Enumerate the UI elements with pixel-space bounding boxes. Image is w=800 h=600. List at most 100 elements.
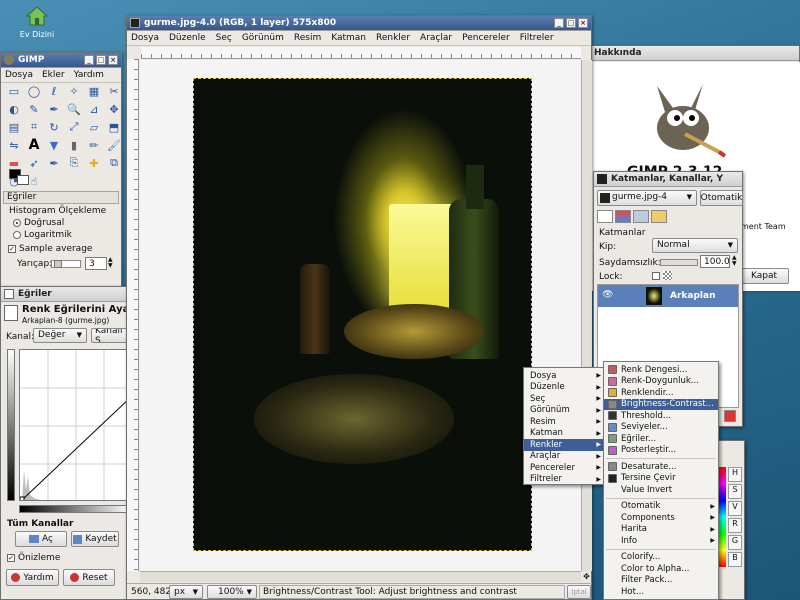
image-maximize-button[interactable]: □ (566, 18, 576, 28)
image-menu-renkler[interactable]: Renkler (376, 33, 410, 43)
cancel-button[interactable]: İptal (567, 585, 591, 599)
channel-button-s[interactable]: S (728, 484, 742, 499)
curve-graph[interactable] (19, 349, 131, 501)
image-menu-dosya[interactable]: Dosya (131, 33, 159, 43)
colors-menu-item[interactable]: Hot... (604, 586, 718, 598)
colors-menu-item[interactable]: Components ▶ (604, 512, 718, 524)
image-menu-pencereler[interactable]: Pencereler (462, 33, 510, 43)
minimize-button[interactable]: _ (84, 55, 94, 65)
layer-row[interactable]: 👁 Arkaplan (598, 285, 738, 307)
about-close-button[interactable]: Kapat (739, 268, 789, 284)
tab-paths-icon[interactable] (633, 210, 649, 223)
colors-menu-item[interactable]: Otomatik ▶ (604, 501, 718, 513)
tab-channels-icon[interactable] (615, 210, 631, 223)
channel-button-b[interactable]: B (728, 552, 742, 567)
menu-dosya[interactable]: Dosya (5, 70, 33, 80)
ellipse-select-tool-icon[interactable]: ◯ (25, 83, 43, 99)
context-menu-item[interactable]: Düzenle ▶ (524, 382, 604, 394)
shear-tool-icon[interactable]: ▱ (85, 119, 103, 135)
context-menu-item[interactable]: Resim ▶ (524, 416, 604, 428)
menu-ekler[interactable]: Ekler (42, 70, 65, 80)
about-titlebar[interactable]: Hakkında (591, 46, 799, 61)
channel-select[interactable]: Değer ▼ (33, 328, 87, 343)
horizontal-scrollbar[interactable] (140, 571, 581, 582)
opacity-slider[interactable] (660, 259, 698, 266)
canvas-area[interactable] (140, 60, 581, 571)
photo-canvas[interactable] (193, 78, 532, 551)
image-menu-katman[interactable]: Katman (331, 33, 366, 43)
colors-menu-item[interactable]: Seviyeler... (604, 422, 718, 434)
color-select-tool-icon[interactable]: ▦ (85, 83, 103, 99)
image-menu-gorunum[interactable]: Görünüm (242, 33, 284, 43)
image-menu-duzenle[interactable]: Düzenle (169, 33, 206, 43)
zoom-tool-icon[interactable]: 🔍 (65, 101, 83, 117)
colors-menu-item[interactable]: Brightness-Contrast... (604, 398, 718, 410)
ink-tool-icon[interactable]: ✒ (45, 155, 63, 171)
image-close-button[interactable]: × (578, 18, 588, 28)
colors-menu-item[interactable]: Posterleştir... (604, 445, 718, 457)
image-select[interactable]: gurme.jpg-4 ▼ (597, 190, 697, 206)
mode-select[interactable]: Normal ▼ (652, 238, 738, 253)
radius-spin[interactable]: ▲ ▼ (108, 257, 113, 269)
tab-undo-icon[interactable] (651, 210, 667, 223)
channel-button-g[interactable]: G (728, 535, 742, 550)
context-menu-item[interactable]: Görünüm ▶ (524, 405, 604, 417)
close-button[interactable]: × (108, 55, 118, 65)
scissors-tool-icon[interactable]: ✂ (105, 83, 123, 99)
reset-channel-button[interactable]: Kanalı S (91, 328, 129, 343)
heal-tool-icon[interactable]: ✚ (85, 155, 103, 171)
layers-titlebar[interactable]: Katmanlar, Kanallar, Y (594, 172, 742, 187)
paths-tool-icon[interactable]: ✎ (25, 101, 43, 117)
free-select-tool-icon[interactable]: ℓ (45, 83, 63, 99)
vertical-ruler[interactable] (127, 59, 139, 571)
maximize-button[interactable]: □ (96, 55, 106, 65)
radio-log[interactable]: Logaritmik (13, 230, 72, 240)
home-folder-icon[interactable]: Ev Dizini (14, 6, 60, 46)
colors-menu-item[interactable]: Eğriler... (604, 433, 718, 445)
flip-tool-icon[interactable]: ⇋ (5, 137, 23, 153)
hue-strip[interactable] (718, 467, 726, 567)
colors-menu-item[interactable]: Color to Alpha... (604, 563, 718, 575)
crop-tool-icon[interactable]: ⌗ (25, 119, 43, 135)
perspective-clone-tool-icon[interactable]: ⧉ (105, 155, 123, 171)
pencil-tool-icon[interactable]: ✏ (85, 137, 103, 153)
scale-tool-icon[interactable]: ⤢ (65, 119, 83, 135)
opacity-spin[interactable]: ▲ ▼ (732, 255, 737, 267)
image-menu-araclar[interactable]: Araçlar (420, 33, 452, 43)
radius-slider-handle[interactable] (54, 260, 62, 268)
paintbrush-tool-icon[interactable]: 🖌 (105, 137, 123, 153)
context-menu-item[interactable]: Araçlar ▶ (524, 451, 604, 463)
image-titlebar[interactable]: gurme.jpg-4.0 (RGB, 1 layer) 575x800 _ □ × (127, 16, 591, 31)
menu-yardim[interactable]: Yardım (74, 70, 104, 80)
horizontal-ruler[interactable] (141, 47, 581, 59)
curves-dock-titlebar[interactable]: Eğriler (1, 287, 127, 302)
text-tool-icon[interactable]: A (25, 137, 43, 153)
radius-input[interactable]: 3 (85, 257, 107, 270)
toolbox-titlebar[interactable]: GIMP _ □ × (1, 53, 121, 68)
color-picker-tool-icon[interactable]: ✒ (45, 101, 63, 117)
save-button[interactable]: Kaydet (71, 531, 119, 547)
perspective-tool-icon[interactable]: ⬒ (105, 119, 123, 135)
zoom-select[interactable]: 100% ▼ (207, 585, 257, 599)
open-button[interactable]: Aç (15, 531, 67, 547)
rotate-tool-icon[interactable]: ↻ (45, 119, 63, 135)
foreground-select-tool-icon[interactable]: ◐ (5, 101, 23, 117)
context-menu-item[interactable]: Dosya ▶ (524, 370, 604, 382)
clone-tool-icon[interactable]: ⎘ (65, 155, 83, 171)
context-menu-item[interactable]: Seç ▶ (524, 393, 604, 405)
context-menu-item[interactable]: Katman ▶ (524, 428, 604, 440)
align-tool-icon[interactable]: ▤ (5, 119, 23, 135)
channel-button-h[interactable]: H (728, 467, 742, 482)
help-button[interactable]: Yardım (6, 569, 59, 586)
colors-menu-item[interactable]: Value Invert (604, 484, 718, 496)
rect-select-tool-icon[interactable]: ▭ (5, 83, 23, 99)
auto-button[interactable]: Otomatik (700, 190, 743, 206)
bg-color-swatch[interactable] (17, 175, 29, 185)
visibility-eye-icon[interactable]: 👁 (602, 290, 613, 300)
tab-layers-icon[interactable] (597, 210, 613, 223)
colors-menu-item[interactable]: Tersine Çevir (604, 473, 718, 485)
opacity-input[interactable]: 100.0 (700, 255, 730, 268)
unit-select[interactable]: px ▼ (169, 585, 203, 599)
image-menu-resim[interactable]: Resim (294, 33, 321, 43)
navigate-icon[interactable]: ✥ (581, 571, 592, 582)
